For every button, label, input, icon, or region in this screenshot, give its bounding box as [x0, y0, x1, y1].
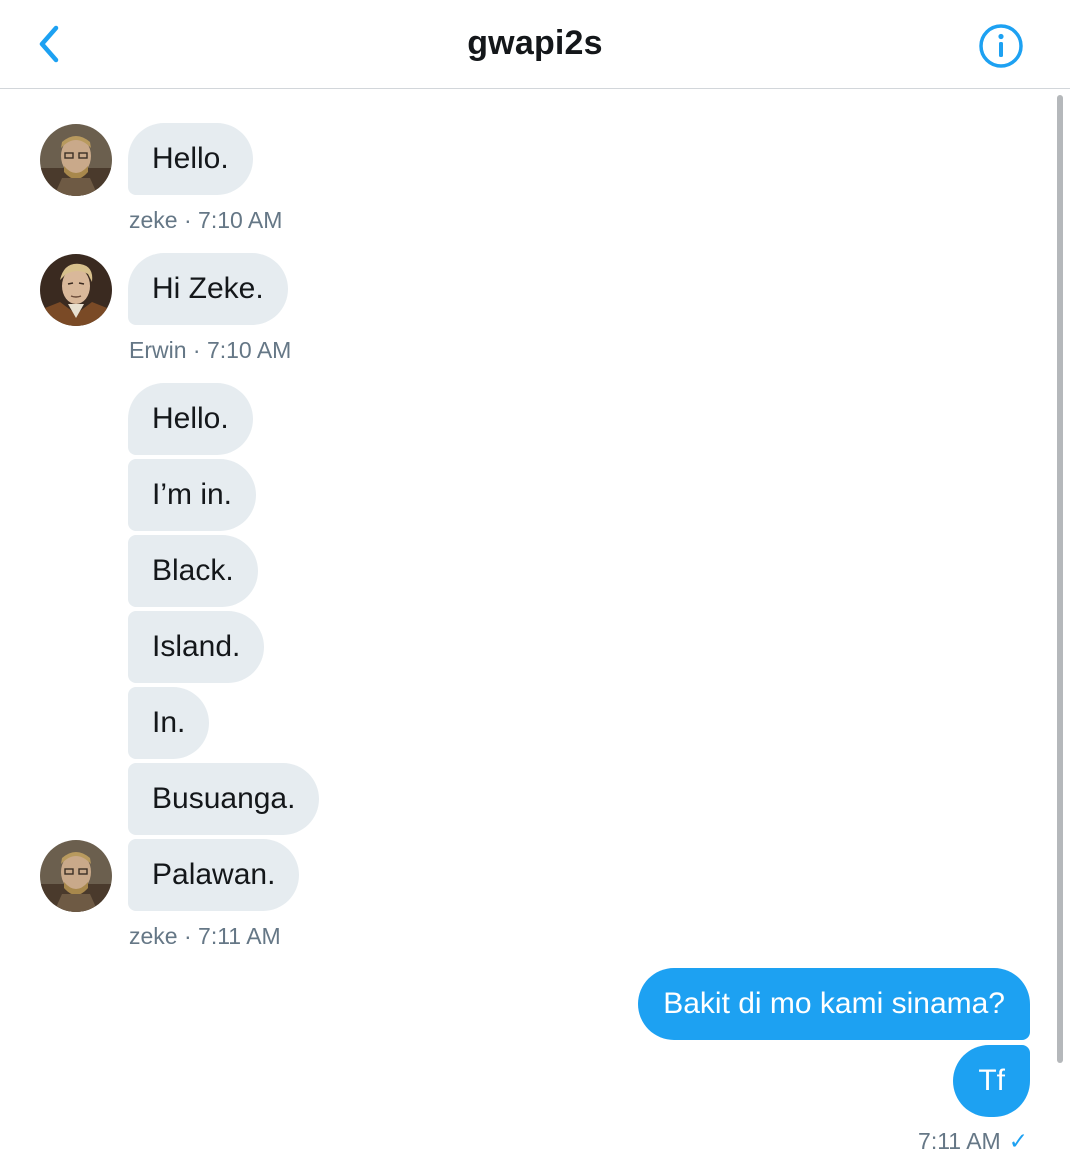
zeke-avatar-image: [40, 840, 112, 912]
info-circle-icon: [979, 24, 1023, 68]
scrollbar[interactable]: [1057, 95, 1063, 1063]
conversation-title: gwapi2s: [467, 24, 603, 62]
message-bubble-outgoing[interactable]: Bakit di mo kami sinama?: [638, 968, 1030, 1040]
check-icon: ✓: [1008, 1128, 1028, 1154]
message-meta-outgoing: 7:11 AM ✓: [918, 1128, 1028, 1155]
message-bubble-incoming[interactable]: Black.: [128, 535, 258, 607]
message-meta: zeke · 7:11 AM: [129, 923, 281, 949]
erwin-avatar-image: [40, 254, 112, 326]
message-meta: Erwin · 7:10 AM: [129, 337, 292, 363]
avatar-erwin[interactable]: [40, 254, 112, 326]
avatar-zeke[interactable]: [40, 124, 112, 196]
message-bubble-incoming[interactable]: In.: [128, 687, 210, 759]
conversation-header: gwapi2s: [0, 0, 1070, 89]
avatar-zeke[interactable]: [40, 840, 112, 912]
message-time: 7:11 AM: [918, 1128, 1001, 1154]
message-meta: zeke · 7:10 AM: [129, 207, 283, 233]
message-bubble-incoming[interactable]: Hello.: [128, 383, 253, 455]
message-bubble-incoming[interactable]: Island.: [128, 611, 265, 683]
zeke-avatar-image: [40, 124, 112, 196]
message-bubble-incoming[interactable]: Hi Zeke.: [128, 253, 288, 325]
message-bubble-outgoing[interactable]: Tf: [953, 1045, 1030, 1117]
message-bubble-incoming[interactable]: Palawan.: [128, 839, 300, 911]
message-bubble-incoming[interactable]: Busuanga.: [128, 763, 320, 835]
message-bubble-incoming[interactable]: Hello.: [128, 123, 253, 195]
message-bubble-incoming[interactable]: I’m in.: [128, 459, 257, 531]
info-button[interactable]: [978, 23, 1024, 69]
